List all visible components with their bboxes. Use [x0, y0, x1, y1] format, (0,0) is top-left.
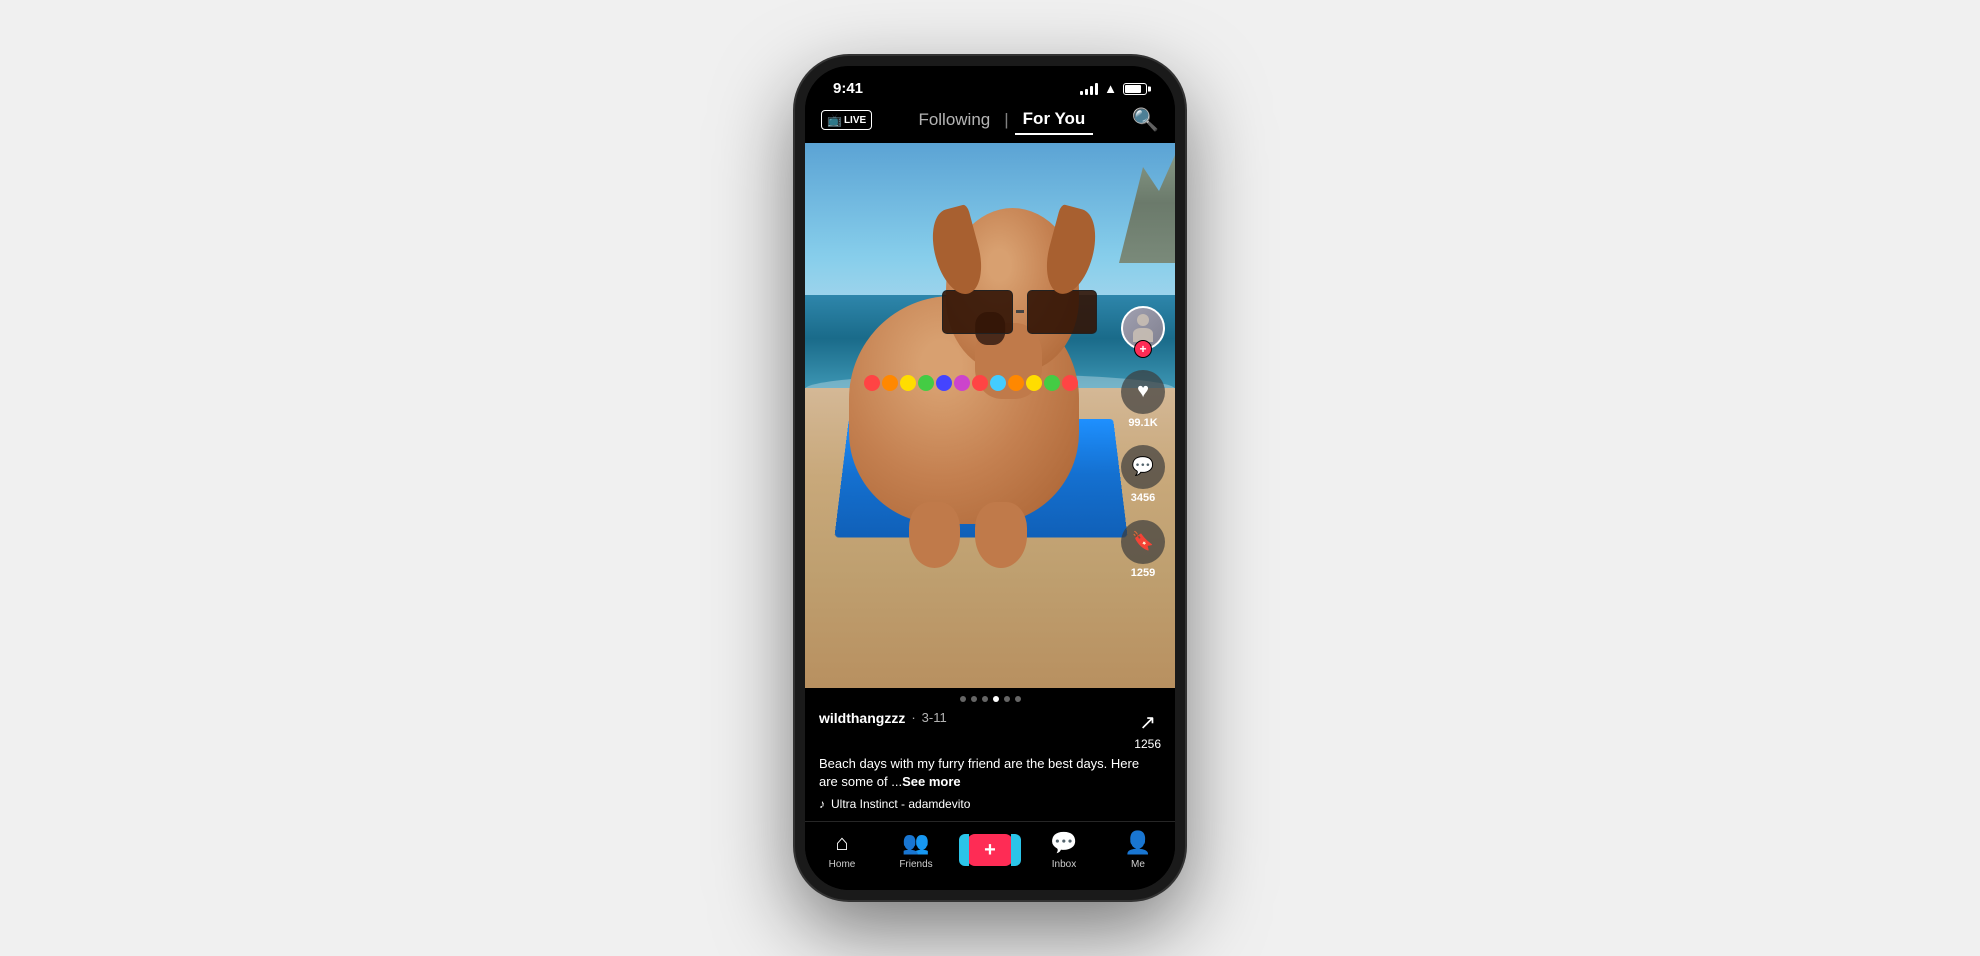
post-date-value: 3-11 [922, 710, 947, 725]
home-label: Home [829, 859, 856, 870]
me-label: Me [1131, 859, 1145, 870]
dot-4 [993, 696, 999, 702]
nav-home[interactable]: ⌂ Home [812, 830, 872, 870]
friends-label: Friends [899, 859, 932, 870]
live-tv-icon: 📺 [827, 113, 842, 127]
add-plus-icon: + [982, 839, 998, 862]
sunglasses [942, 290, 1097, 334]
friends-icon: 👥 [902, 830, 929, 856]
for-you-tab[interactable]: For You [1015, 105, 1094, 135]
post-caption: Beach days with my furry friend are the … [819, 755, 1161, 791]
post-meta: wildthangzzz · 3-11 [819, 710, 947, 726]
nav-friends[interactable]: 👥 Friends [886, 830, 946, 870]
music-text: Ultra Instinct - adamdevito [831, 797, 970, 811]
username[interactable]: wildthangzzz [819, 710, 905, 726]
following-tab[interactable]: Following [910, 106, 998, 134]
top-nav: 📺 LIVE Following | For You 🔍 [805, 101, 1175, 143]
dot-1 [960, 696, 966, 702]
share-icon: ↗ [1139, 710, 1156, 735]
paw-right [975, 502, 1027, 567]
music-icon: ♪ [819, 797, 825, 811]
dot-6 [1015, 696, 1021, 702]
search-button[interactable]: 🔍 [1132, 107, 1159, 133]
signal-icon [1080, 83, 1098, 95]
like-button[interactable]: ♥ 99.1K [1121, 370, 1165, 429]
share-count: 1256 [1134, 737, 1161, 751]
inbox-icon: 💬 [1050, 830, 1077, 856]
dot-2 [971, 696, 977, 702]
me-icon: 👤 [1124, 830, 1151, 856]
comment-count: 3456 [1131, 492, 1155, 504]
bookmark-count: 1259 [1131, 567, 1155, 579]
comment-button[interactable]: 💬 3456 [1121, 445, 1165, 504]
dot-5 [1004, 696, 1010, 702]
battery-icon [1123, 83, 1147, 95]
bridge [1016, 310, 1024, 313]
beach-scene [805, 143, 1175, 688]
video-area[interactable]: + ♥ 99.1K 💬 3456 🔖 1259 [805, 143, 1175, 688]
nav-add[interactable]: + [960, 834, 1020, 866]
page-dots [819, 696, 1161, 702]
lei-flowers [864, 328, 1079, 437]
action-buttons: + ♥ 99.1K 💬 3456 🔖 1259 [1121, 306, 1165, 579]
status-icons: ▲ [1080, 81, 1147, 96]
bottom-nav: ⌂ Home 👥 Friends + 💬 Inbox 👤 Me [805, 821, 1175, 890]
right-lens [1027, 290, 1098, 334]
bookmark-icon: 🔖 [1121, 520, 1165, 564]
post-row: wildthangzzz · 3-11 ↗ 1256 [819, 710, 1161, 751]
nav-inbox[interactable]: 💬 Inbox [1034, 830, 1094, 870]
wifi-icon: ▲ [1104, 81, 1117, 96]
phone-inner: 9:41 ▲ 📺 LIVE Following [805, 66, 1175, 890]
bookmark-button[interactable]: 🔖 1259 [1121, 520, 1165, 579]
bottom-info: wildthangzzz · 3-11 ↗ 1256 Beach days wi… [805, 688, 1175, 821]
heart-icon: ♥ [1121, 370, 1165, 414]
like-count: 99.1K [1128, 417, 1157, 429]
inbox-label: Inbox [1052, 859, 1076, 870]
paw-left [909, 502, 961, 567]
left-lens [942, 290, 1013, 334]
share-button[interactable]: ↗ 1256 [1134, 710, 1161, 751]
post-date: · [911, 710, 915, 725]
nav-me[interactable]: 👤 Me [1108, 830, 1168, 870]
live-button[interactable]: 📺 LIVE [821, 110, 872, 130]
avatar-silhouette [1129, 314, 1157, 342]
avatar-container[interactable]: + [1121, 306, 1165, 350]
add-button[interactable]: + [967, 834, 1013, 866]
nav-tabs: Following | For You [910, 105, 1093, 135]
see-more-button[interactable]: See more [902, 774, 961, 789]
music-row[interactable]: ♪ Ultra Instinct - adamdevito [819, 797, 1161, 811]
home-icon: ⌂ [835, 830, 848, 856]
follow-plus-icon: + [1134, 340, 1152, 358]
dot-3 [982, 696, 988, 702]
comment-icon: 💬 [1121, 445, 1165, 489]
phone-frame: 9:41 ▲ 📺 LIVE Following [795, 56, 1185, 900]
time: 9:41 [833, 80, 863, 97]
status-bar: 9:41 ▲ [805, 66, 1175, 101]
nav-divider: | [1004, 110, 1008, 130]
